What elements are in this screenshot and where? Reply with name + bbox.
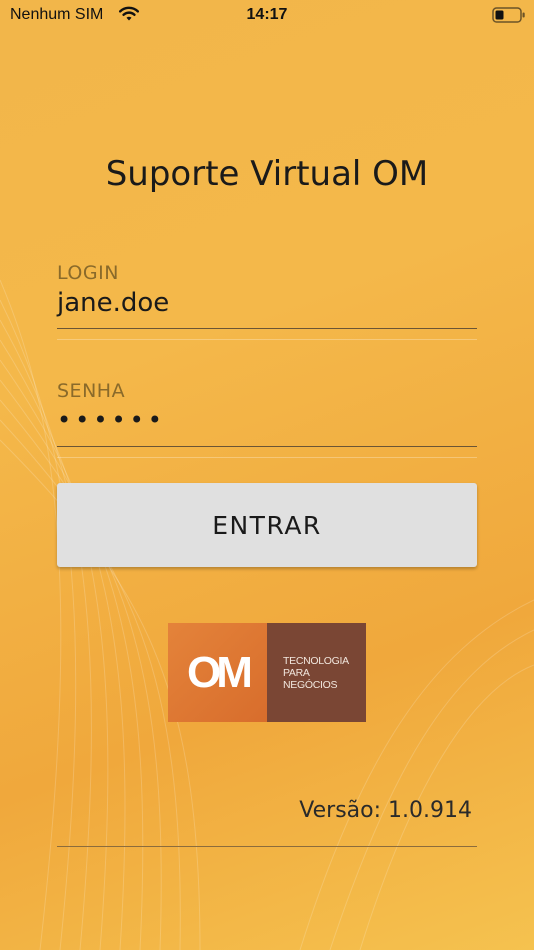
password-label: SENHA bbox=[57, 380, 126, 402]
login-label: LOGIN bbox=[57, 262, 119, 284]
footer-divider bbox=[57, 846, 477, 847]
login-input[interactable]: jane.doe bbox=[57, 288, 477, 328]
version-label: Versão: 1.0.914 bbox=[299, 798, 472, 823]
logo-tagline: TECNOLOGIA PARA NEGÓCIOS bbox=[267, 623, 366, 722]
clock: 14:17 bbox=[246, 6, 288, 23]
status-bar: Nenhum SIM 14:17 bbox=[0, 0, 534, 30]
password-field[interactable]: SENHA •••••• bbox=[57, 380, 477, 458]
login-field[interactable]: LOGIN jane.doe bbox=[57, 262, 477, 340]
logo-mark-text: OM bbox=[187, 647, 253, 697]
company-logo: OM TECNOLOGIA PARA NEGÓCIOS bbox=[168, 623, 366, 722]
battery-low-icon bbox=[492, 6, 526, 28]
password-divider bbox=[57, 457, 477, 458]
password-underline bbox=[57, 446, 477, 447]
logo-tagline-line: NEGÓCIOS bbox=[283, 678, 338, 691]
enter-button[interactable]: ENTRAR bbox=[57, 483, 477, 567]
login-divider bbox=[57, 339, 477, 340]
logo-tagline-line: TECNOLOGIA bbox=[283, 654, 349, 667]
logo-mark: OM bbox=[168, 623, 267, 722]
app-title: Suporte Virtual OM bbox=[105, 154, 429, 194]
login-underline bbox=[57, 328, 477, 329]
logo-tagline-line: PARA bbox=[283, 666, 310, 679]
password-input[interactable]: •••••• bbox=[57, 406, 477, 446]
